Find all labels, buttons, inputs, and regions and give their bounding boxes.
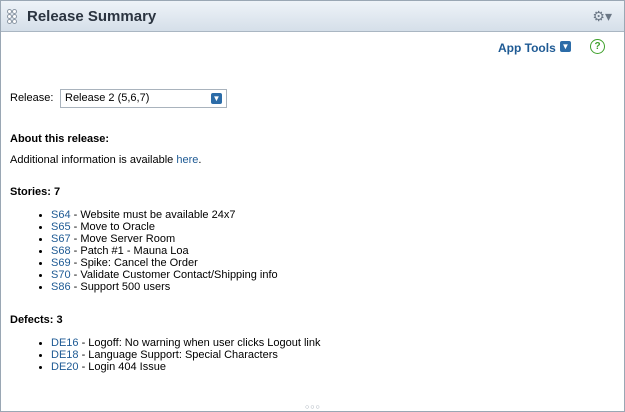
defects-list: DE16 - Logoff: No warning when user clic… bbox=[37, 337, 320, 373]
chevron-down-icon[interactable]: ▼ bbox=[211, 93, 222, 104]
list-item: DE18 - Language Support: Special Charact… bbox=[37, 349, 320, 361]
stories-list: S64 - Website must be available 24x7 S65… bbox=[37, 209, 278, 293]
story-title: - Spike: Cancel the Order bbox=[70, 257, 198, 269]
list-item: DE16 - Logoff: No warning when user clic… bbox=[37, 337, 320, 349]
defect-link[interactable]: DE20 bbox=[51, 361, 79, 373]
list-item: S67 - Move Server Room bbox=[37, 233, 278, 245]
story-link[interactable]: S69 bbox=[51, 257, 71, 269]
list-item: DE20 - Login 404 Issue bbox=[37, 361, 320, 373]
list-item: S65 - Move to Oracle bbox=[37, 221, 278, 233]
panel-header: Release Summary ⚙▾ bbox=[1, 1, 624, 32]
story-link[interactable]: S67 bbox=[51, 233, 71, 245]
defect-link[interactable]: DE18 bbox=[51, 349, 79, 361]
story-link[interactable]: S68 bbox=[51, 245, 71, 257]
app-tools-dropdown-icon[interactable]: ▼ bbox=[560, 41, 571, 52]
defect-title: - Logoff: No warning when user clicks Lo… bbox=[78, 337, 321, 349]
list-item: S68 - Patch #1 - Mauna Loa bbox=[37, 245, 278, 257]
release-label: Release: bbox=[10, 92, 54, 104]
story-title: - Move to Oracle bbox=[70, 221, 155, 233]
story-title: - Support 500 users bbox=[70, 281, 171, 293]
release-select-value: Release 2 (5,6,7) bbox=[65, 92, 150, 104]
story-title: - Move Server Room bbox=[70, 233, 176, 245]
list-item: S86 - Support 500 users bbox=[37, 281, 278, 293]
panel-title: Release Summary bbox=[27, 8, 157, 25]
drag-handle-icon[interactable] bbox=[7, 9, 17, 25]
defects-heading: Defects: 3 bbox=[10, 314, 63, 326]
list-item: S64 - Website must be available 24x7 bbox=[37, 209, 278, 221]
story-title: - Validate Customer Contact/Shipping inf… bbox=[70, 269, 278, 281]
story-title: - Website must be available 24x7 bbox=[70, 209, 236, 221]
release-summary-panel: Release Summary ⚙▾ App Tools ▼ ? Release… bbox=[0, 0, 625, 412]
resize-handle-icon[interactable]: ○○○ bbox=[305, 404, 321, 411]
story-title: - Patch #1 - Mauna Loa bbox=[70, 245, 189, 257]
story-link[interactable]: S86 bbox=[51, 281, 71, 293]
gear-icon[interactable]: ⚙▾ bbox=[592, 8, 612, 25]
about-text-prefix: Additional information is available bbox=[10, 154, 177, 166]
list-item: S69 - Spike: Cancel the Order bbox=[37, 257, 278, 269]
about-heading: About this release: bbox=[10, 133, 110, 145]
release-select[interactable]: Release 2 (5,6,7) ▼ bbox=[60, 89, 227, 108]
defect-title: - Login 404 Issue bbox=[78, 361, 166, 373]
list-item: S70 - Validate Customer Contact/Shipping… bbox=[37, 269, 278, 281]
app-tools-button[interactable]: App Tools bbox=[498, 41, 556, 55]
story-link[interactable]: S65 bbox=[51, 221, 71, 233]
stories-heading: Stories: 7 bbox=[10, 186, 61, 198]
story-link[interactable]: S70 bbox=[51, 269, 71, 281]
about-text-suffix: . bbox=[198, 154, 202, 166]
about-here-link[interactable]: here bbox=[176, 154, 198, 166]
help-icon[interactable]: ? bbox=[590, 39, 605, 54]
defect-link[interactable]: DE16 bbox=[51, 337, 79, 349]
defect-title: - Language Support: Special Characters bbox=[78, 349, 278, 361]
about-text: Additional information is available here… bbox=[10, 154, 201, 166]
story-link[interactable]: S64 bbox=[51, 209, 71, 221]
